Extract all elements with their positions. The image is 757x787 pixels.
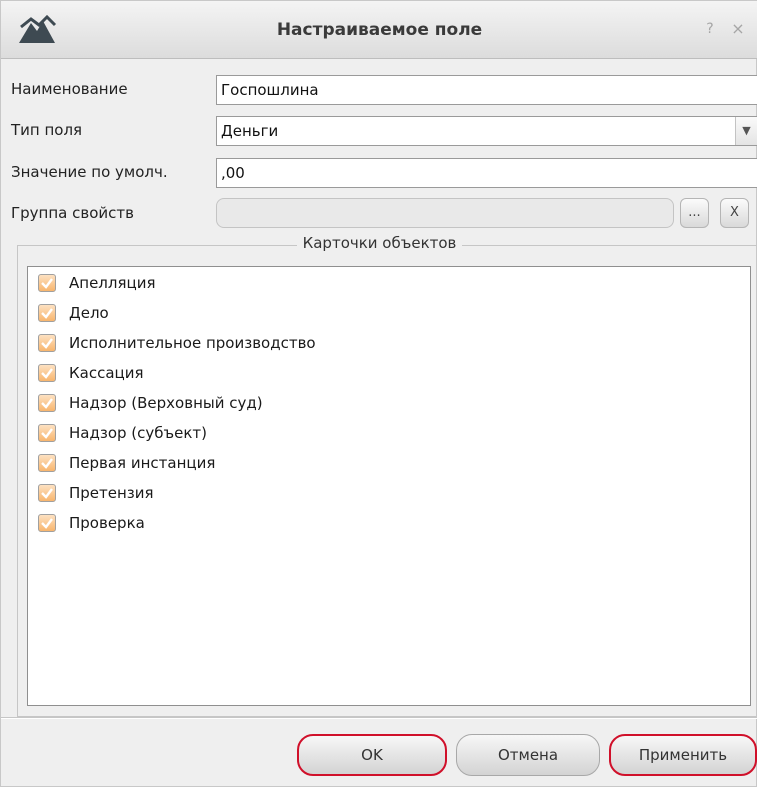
footer-divider [1, 717, 757, 719]
checkbox-checked-icon[interactable] [38, 274, 56, 292]
list-item-label: Первая инстанция [69, 454, 216, 472]
list-item[interactable]: Надзор (Верховный суд) [38, 391, 263, 415]
object-cards-legend: Карточки объектов [1, 234, 757, 252]
object-cards-list[interactable]: Апелляция Дело Исполнительное производст… [27, 266, 751, 706]
apply-button[interactable]: Применить [609, 734, 757, 776]
help-button[interactable]: ? [699, 18, 721, 40]
list-item-label: Кассация [69, 364, 144, 382]
checkbox-checked-icon[interactable] [38, 514, 56, 532]
object-cards-legend-text: Карточки объектов [296, 234, 463, 252]
dialog-title: Настраиваемое поле [276, 20, 483, 40]
clear-button[interactable]: X [720, 198, 749, 228]
title-bar: Настраиваемое поле ? × [1, 1, 757, 59]
checkbox-checked-icon[interactable] [38, 364, 56, 382]
browse-button[interactable]: ... [680, 198, 709, 228]
list-item[interactable]: Кассация [38, 361, 144, 385]
checkbox-checked-icon[interactable] [38, 394, 56, 412]
list-item-label: Проверка [69, 514, 145, 532]
name-input[interactable]: Госпошлина [216, 75, 757, 105]
list-item-label: Исполнительное производство [69, 334, 316, 352]
list-item[interactable]: Проверка [38, 511, 145, 535]
checkbox-checked-icon[interactable] [38, 424, 56, 442]
list-item[interactable]: Первая инстанция [38, 451, 215, 475]
checkbox-checked-icon[interactable] [38, 334, 56, 352]
list-item-label: Надзор (Верховный суд) [69, 394, 263, 412]
field-type-select[interactable]: Деньги ▼ [216, 116, 757, 146]
list-item[interactable]: Апелляция [38, 271, 155, 295]
default-value-label: Значение по умолч. [11, 163, 168, 181]
property-group-label: Группа свойств [11, 204, 134, 222]
list-item-label: Претензия [69, 484, 154, 502]
cancel-button[interactable]: Отмена [456, 734, 600, 776]
property-group-input[interactable] [216, 198, 674, 228]
list-item-label: Надзор (субъект) [69, 424, 207, 442]
field-type-value: Деньги [221, 122, 279, 140]
name-label: Наименование [11, 80, 128, 98]
list-item[interactable]: Исполнительное производство [38, 331, 316, 355]
list-item-label: Апелляция [69, 274, 156, 292]
field-type-label: Тип поля [11, 121, 83, 139]
custom-field-dialog: Настраиваемое поле ? × Наименование Госп… [0, 0, 757, 787]
checkbox-checked-icon[interactable] [38, 454, 56, 472]
ok-button[interactable]: OK [297, 734, 447, 776]
checkbox-checked-icon[interactable] [38, 484, 56, 502]
list-item[interactable]: Претензия [38, 481, 154, 505]
close-button[interactable]: × [727, 18, 749, 40]
list-item[interactable]: Дело [38, 301, 109, 325]
checkbox-checked-icon[interactable] [38, 304, 56, 322]
default-value-input[interactable]: ,00 [216, 158, 757, 188]
list-item-label: Дело [69, 304, 109, 322]
list-item[interactable]: Надзор (субъект) [38, 421, 207, 445]
chevron-down-icon[interactable]: ▼ [735, 117, 757, 145]
